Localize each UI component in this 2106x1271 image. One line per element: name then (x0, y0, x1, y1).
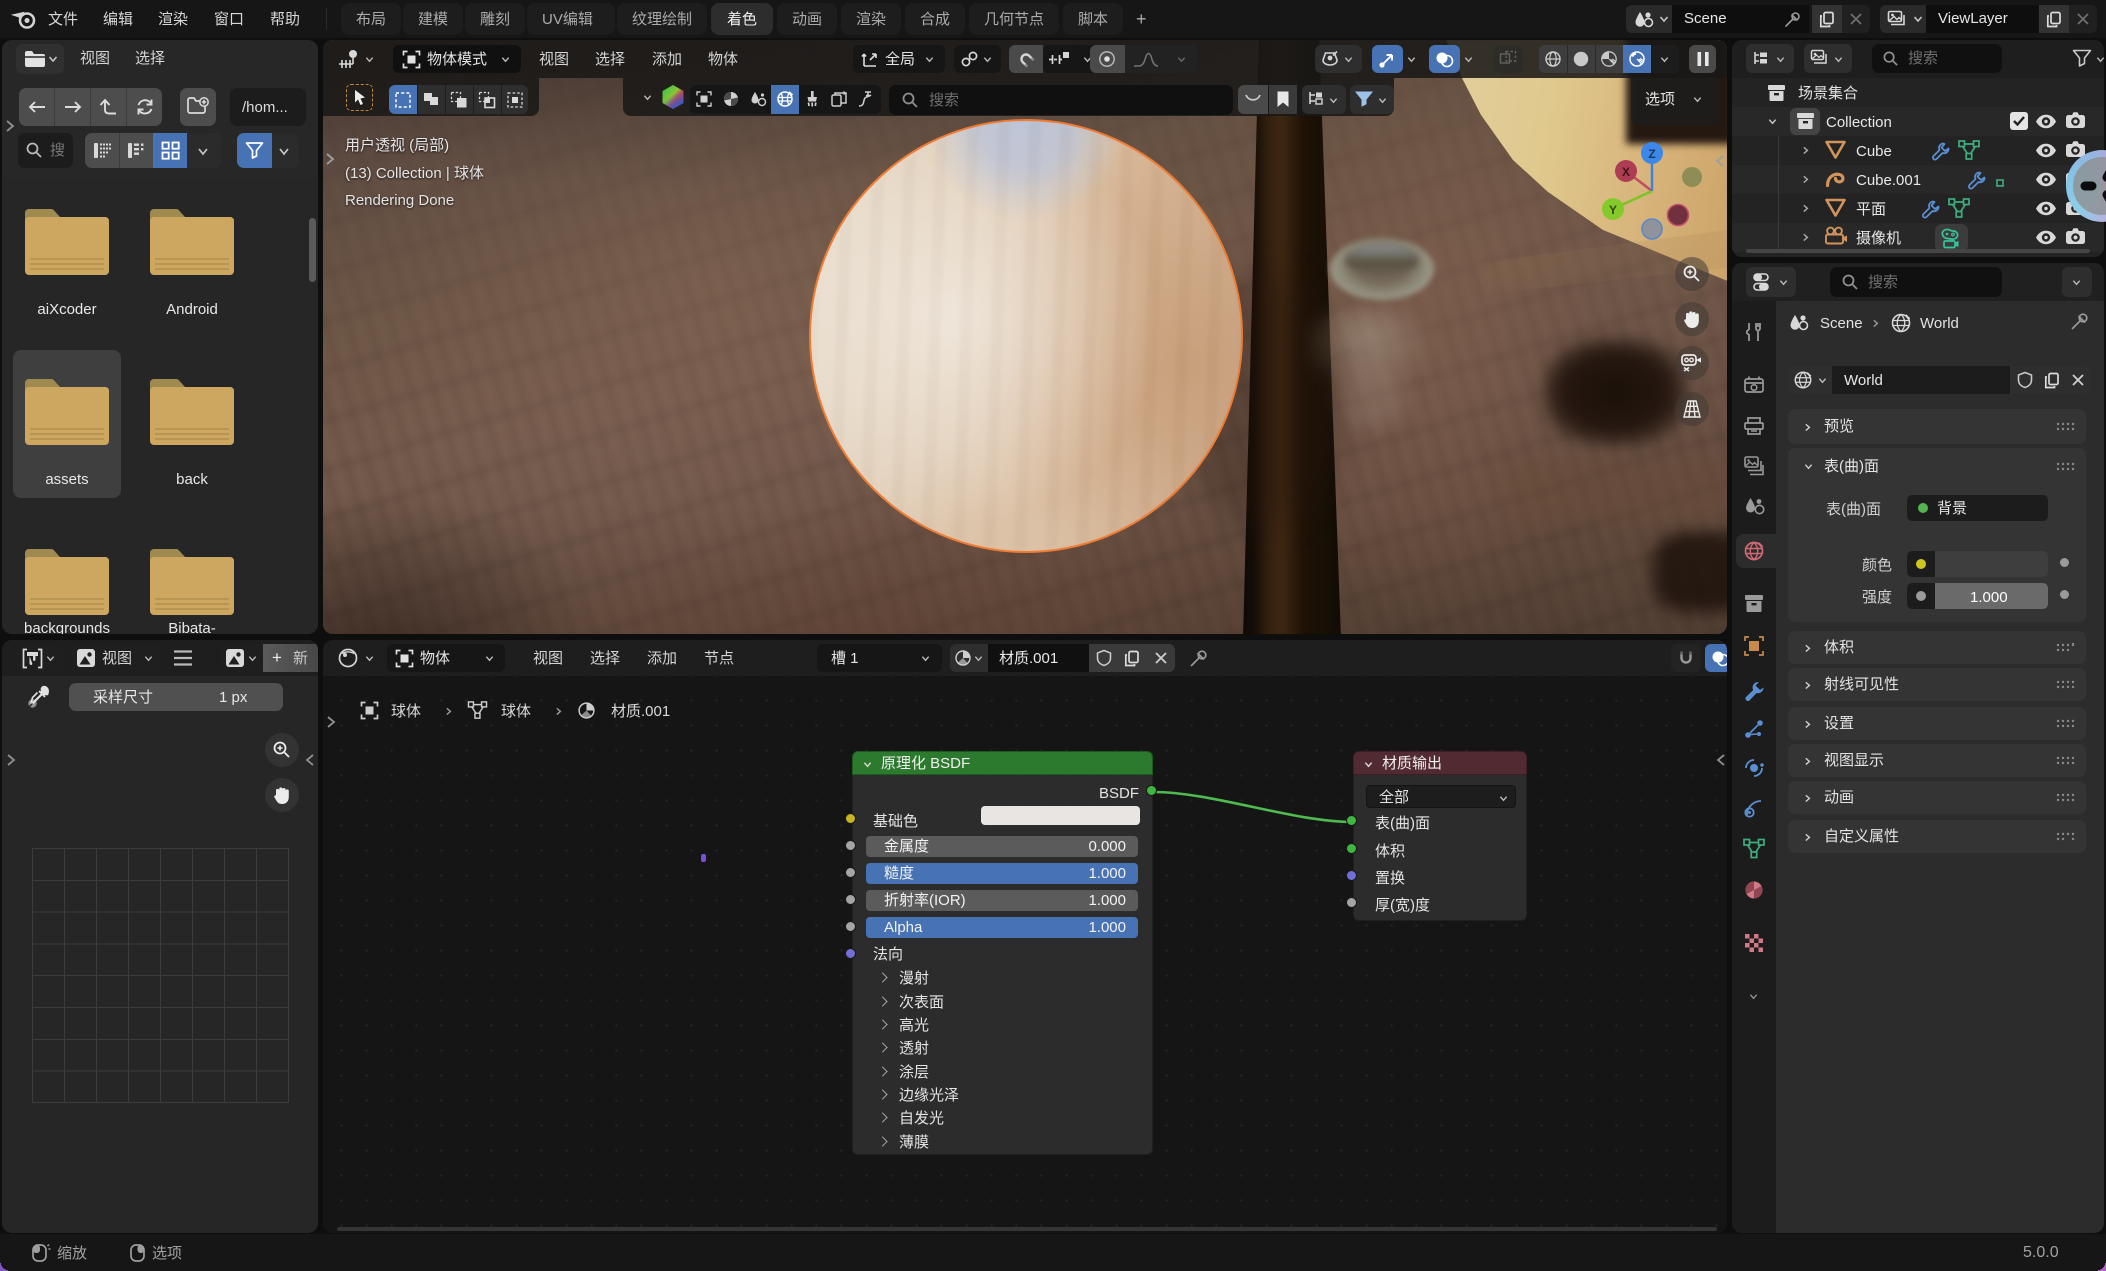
svg-text:Y: Y (1609, 203, 1617, 217)
svg-text:X: X (1622, 165, 1630, 179)
svg-text:Z: Z (1648, 147, 1655, 161)
